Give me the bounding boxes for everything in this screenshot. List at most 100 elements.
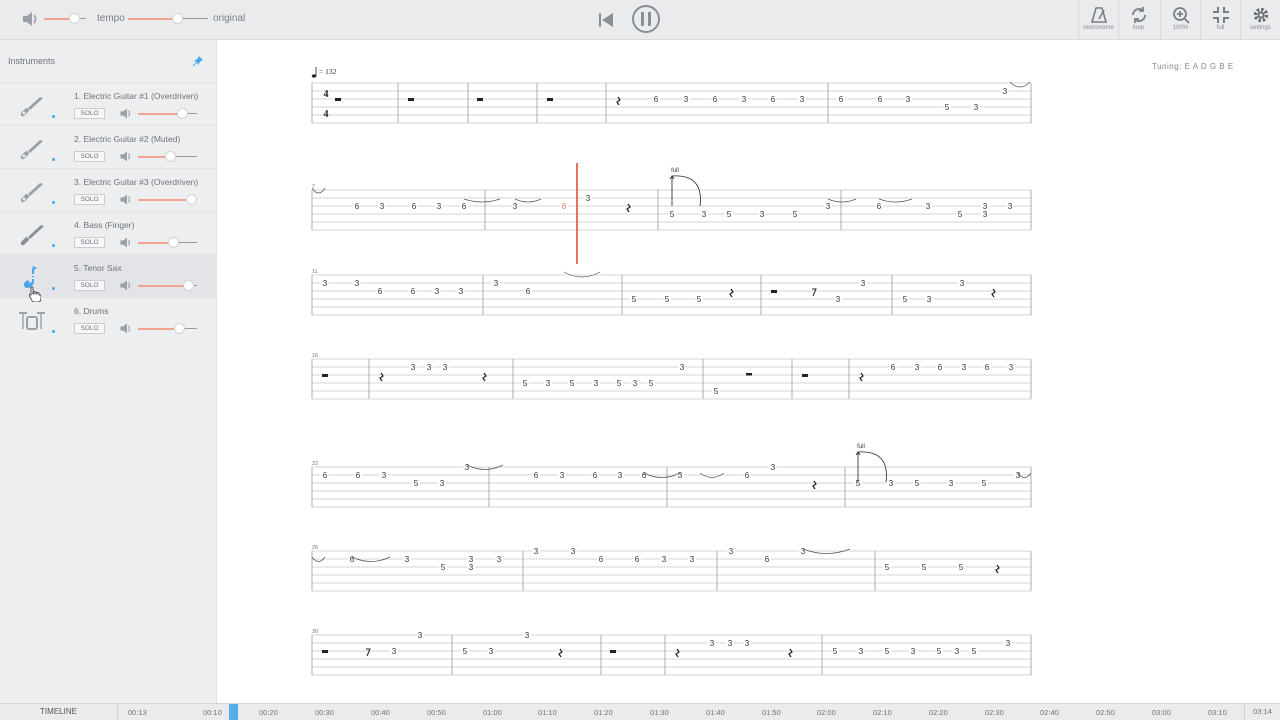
track-volume-slider[interactable] bbox=[138, 151, 197, 162]
fret-number: 3 bbox=[618, 471, 623, 480]
tempo-label: tempo bbox=[97, 13, 125, 24]
solo-button[interactable]: SOLO bbox=[74, 237, 105, 248]
instruments-sidebar: Instruments 1. Electric Guitar #1 (Overd… bbox=[0, 40, 217, 703]
fret-number: 3 bbox=[680, 363, 685, 372]
fret-number: 6 bbox=[526, 287, 531, 296]
loop-button[interactable]: loop bbox=[1118, 0, 1158, 40]
eighth-rest bbox=[812, 288, 817, 297]
track-item[interactable]: 3. Electric Guitar #3 (Overdriven) SOLO bbox=[0, 168, 217, 211]
quarter-rest bbox=[626, 203, 631, 213]
track-item[interactable]: 4. Bass (Finger) SOLO bbox=[0, 211, 217, 254]
pin-icon[interactable] bbox=[192, 53, 204, 71]
solo-button[interactable]: SOLO bbox=[74, 194, 105, 205]
track-mute-icon[interactable] bbox=[119, 107, 132, 125]
fret-number: 6 bbox=[562, 202, 567, 211]
fret-number: 3 bbox=[560, 471, 565, 480]
fret-number: 3 bbox=[662, 555, 667, 564]
track-mute-icon[interactable] bbox=[119, 150, 132, 168]
fret-number: 3 bbox=[497, 555, 502, 564]
fret-number: 3 bbox=[927, 295, 932, 304]
quarter-rest bbox=[379, 372, 384, 382]
fret-number: 6 bbox=[938, 363, 943, 372]
bar-number: 26 bbox=[312, 545, 318, 551]
playback-cursor[interactable] bbox=[576, 163, 578, 264]
track-mute-icon[interactable] bbox=[119, 322, 132, 340]
fret-number: 3 bbox=[690, 555, 695, 564]
fret-number: 3 bbox=[710, 639, 715, 648]
fret-number: 3 bbox=[427, 363, 432, 372]
fret-number: 3 bbox=[836, 295, 841, 304]
track-item[interactable]: 1. Electric Guitar #1 (Overdriven) SOLO bbox=[0, 82, 217, 125]
track-volume-slider[interactable] bbox=[138, 280, 197, 291]
fret-number: 5 bbox=[414, 479, 419, 488]
track-volume-slider[interactable] bbox=[138, 108, 197, 119]
loop-label: loop bbox=[1132, 25, 1145, 31]
fret-number: 6 bbox=[378, 287, 383, 296]
quarter-rest bbox=[812, 480, 817, 490]
track-mute-icon[interactable] bbox=[119, 236, 132, 254]
timeline-playhead[interactable] bbox=[229, 704, 238, 720]
skip-back-icon[interactable] bbox=[597, 11, 615, 34]
track-volume-slider[interactable] bbox=[138, 194, 197, 205]
tempo-slider[interactable] bbox=[128, 13, 208, 24]
timeline-tick: 00:20 bbox=[259, 708, 278, 717]
fullscreen-label: full bbox=[1216, 25, 1225, 31]
fret-number: 3 bbox=[440, 479, 445, 488]
track-indicator bbox=[52, 244, 55, 247]
tempo-mark: = 132 bbox=[319, 67, 337, 76]
fret-number: 3 bbox=[915, 363, 920, 372]
half-rest bbox=[746, 373, 752, 376]
pause-button[interactable] bbox=[631, 4, 661, 39]
quarter-rest bbox=[558, 648, 563, 658]
fret-number: 5 bbox=[523, 379, 528, 388]
fret-number: 3 bbox=[355, 279, 360, 288]
fret-number: 3 bbox=[513, 202, 518, 211]
fret-number: 3 bbox=[437, 202, 442, 211]
hand-cursor-icon bbox=[28, 286, 42, 307]
tie-arc bbox=[514, 198, 542, 203]
solo-button[interactable]: SOLO bbox=[74, 280, 105, 291]
quarter-rest bbox=[675, 648, 680, 658]
track-indicator bbox=[52, 115, 55, 118]
bass-icon bbox=[18, 220, 46, 248]
fret-number: 3 bbox=[728, 639, 733, 648]
metronome-label: metronome bbox=[1083, 25, 1114, 31]
tie-arc bbox=[827, 198, 857, 203]
fret-number: 3 bbox=[826, 202, 831, 211]
track-mute-icon[interactable] bbox=[119, 193, 132, 211]
fret-number: 5 bbox=[670, 210, 675, 219]
fret-number: 6 bbox=[462, 202, 467, 211]
solo-button[interactable]: SOLO bbox=[74, 151, 105, 162]
fret-number: 3 bbox=[949, 479, 954, 488]
bar-number: 30 bbox=[312, 629, 318, 635]
timeline-tick: 02:20 bbox=[929, 708, 948, 717]
fret-number: 6 bbox=[878, 95, 883, 104]
track-volume-slider[interactable] bbox=[138, 237, 197, 248]
track-mute-icon[interactable] bbox=[119, 279, 132, 297]
track-indicator bbox=[52, 201, 55, 204]
fret-number: 5 bbox=[885, 563, 890, 572]
tablature-score[interactable]: Tuning: E A D G B E 6 3 6 3 6 3 6 6 3 5 3 3 = 132 4 4 7… bbox=[218, 40, 1280, 703]
tab-row: 16 3 3 3 5 3 5 3 5 3 5 3 5 6 3 6 3 6 3 bbox=[311, 353, 1032, 400]
settings-button[interactable]: settings bbox=[1240, 0, 1280, 40]
master-volume-slider[interactable] bbox=[44, 13, 86, 24]
timeline-tick: 01:20 bbox=[594, 708, 613, 717]
timeline-bar[interactable]: TIMELINE 00:13 00:10 00:20 00:30 00:40 00:50 0… bbox=[0, 703, 1280, 720]
time-signature-bottom: 4 bbox=[324, 109, 329, 120]
metronome-button[interactable]: metronome bbox=[1078, 0, 1118, 40]
fret-number: 6 bbox=[985, 363, 990, 372]
quarter-rest bbox=[616, 96, 621, 106]
fret-number: 6 bbox=[411, 287, 416, 296]
track-volume-slider[interactable] bbox=[138, 323, 197, 334]
fret-number: 5 bbox=[885, 647, 890, 656]
bar-number: 11 bbox=[312, 269, 318, 275]
track-item[interactable]: 2. Electric Guitar #2 (Muted) SOLO bbox=[0, 125, 217, 168]
whole-rest bbox=[322, 374, 328, 377]
fret-number: 3 bbox=[382, 471, 387, 480]
fullscreen-button[interactable]: full bbox=[1200, 0, 1240, 40]
gear-icon bbox=[1253, 7, 1268, 23]
zoom-button[interactable]: 100% bbox=[1160, 0, 1200, 40]
solo-button[interactable]: SOLO bbox=[74, 323, 105, 334]
speaker-icon[interactable] bbox=[21, 10, 39, 33]
solo-button[interactable]: SOLO bbox=[74, 108, 105, 119]
